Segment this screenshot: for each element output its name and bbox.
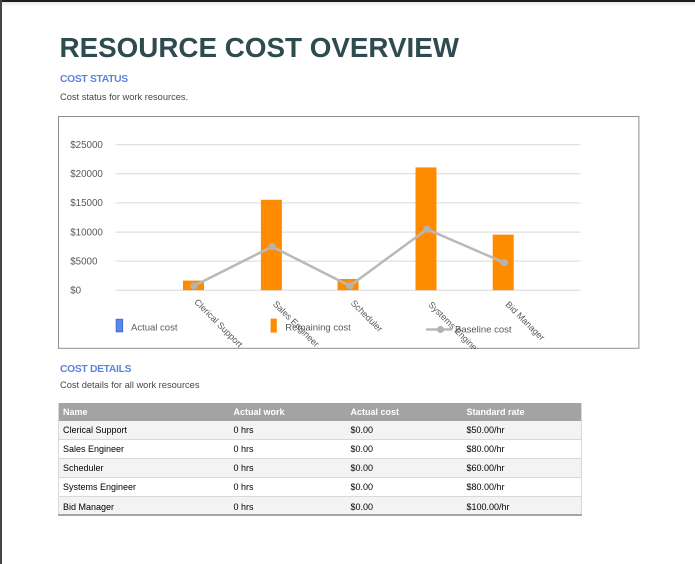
- svg-text:$10000: $10000: [70, 227, 103, 238]
- svg-text:$25000: $25000: [70, 140, 103, 151]
- svg-text:Actual cost: Actual cost: [131, 323, 178, 334]
- svg-text:$5000: $5000: [70, 256, 98, 267]
- svg-text:$20000: $20000: [70, 169, 103, 180]
- svg-text:$0: $0: [70, 286, 81, 297]
- svg-text:Remaining cost: Remaining cost: [285, 323, 351, 334]
- svg-text:Baseline cost: Baseline cost: [455, 325, 512, 336]
- svg-text:$15000: $15000: [70, 198, 103, 209]
